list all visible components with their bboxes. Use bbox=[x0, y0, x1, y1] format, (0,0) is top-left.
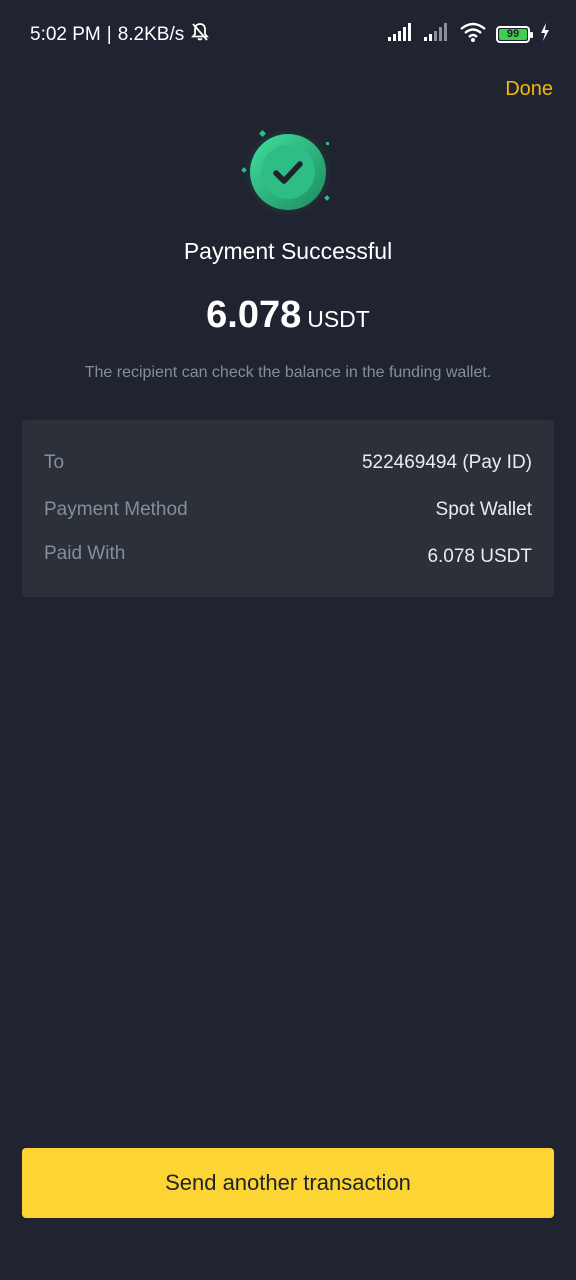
status-left: 5:02 PM | 8.2KB/s bbox=[30, 22, 210, 48]
status-right: 99 bbox=[388, 22, 550, 47]
detail-value: 6.078 USDT bbox=[427, 546, 532, 567]
detail-value: Spot Wallet bbox=[435, 499, 532, 520]
details-card: To 522469494 (Pay ID) Payment Method Spo… bbox=[22, 420, 554, 597]
detail-label: Paid With bbox=[44, 543, 126, 564]
signal-icon bbox=[424, 23, 450, 46]
info-text: The recipient can check the balance in t… bbox=[84, 364, 492, 381]
check-circle-icon bbox=[238, 124, 338, 220]
amount-row: 6.078 USDT bbox=[0, 294, 576, 337]
status-time: 5:02 PM bbox=[30, 24, 101, 45]
charging-icon bbox=[540, 23, 550, 46]
signal-icon bbox=[388, 23, 414, 46]
detail-row-payment-method: Payment Method Spot Wallet bbox=[44, 499, 532, 521]
amount-unit: USDT bbox=[307, 306, 370, 332]
detail-value: 522469494 (Pay ID) bbox=[361, 452, 532, 473]
status-bar: 5:02 PM | 8.2KB/s 99 bbox=[0, 0, 576, 68]
battery-icon: 99 bbox=[496, 26, 533, 43]
detail-row-to: To 522469494 (Pay ID) bbox=[44, 452, 532, 474]
payment-status-title: Payment Successful bbox=[183, 238, 393, 264]
status-separator: | bbox=[106, 24, 112, 45]
send-another-transaction-button[interactable]: Send another transaction bbox=[22, 1148, 554, 1218]
wifi-icon bbox=[460, 22, 486, 47]
done-button[interactable]: Done bbox=[505, 78, 553, 101]
status-network-speed: 8.2KB/s bbox=[117, 24, 185, 45]
battery-level: 99 bbox=[499, 29, 527, 40]
detail-row-paid-with: Paid With 6.078 USDT bbox=[44, 543, 532, 568]
detail-label: Payment Method bbox=[44, 499, 188, 520]
amount-value: 6.078 bbox=[206, 294, 302, 336]
bell-off-icon bbox=[190, 22, 210, 48]
detail-label: To bbox=[44, 452, 65, 473]
